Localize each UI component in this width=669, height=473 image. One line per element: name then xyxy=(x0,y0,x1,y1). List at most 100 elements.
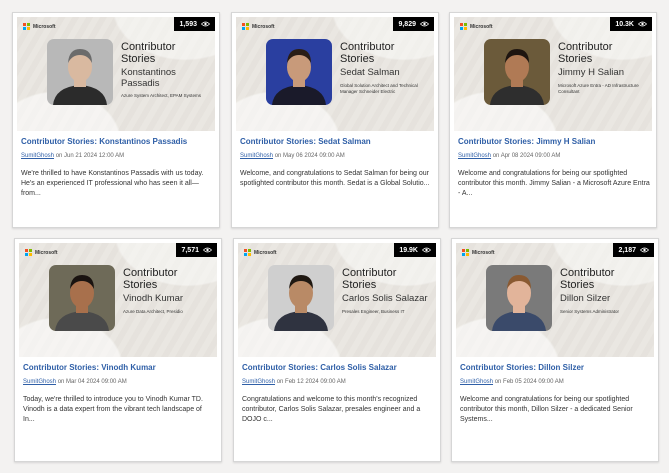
microsoft-logo: Microsoft xyxy=(462,249,495,256)
story-banner[interactable]: Microsoft 7,571 Contributor Stories Vino… xyxy=(19,243,217,357)
contributor-photo xyxy=(486,265,552,331)
author-link[interactable]: SumitGhosh xyxy=(242,379,275,385)
microsoft-logo-text: Microsoft xyxy=(470,23,493,30)
story-card[interactable]: Microsoft 2,187 Contributor Stories Dill… xyxy=(451,238,659,462)
story-meta: SumitGhosh on Jun 21 2024 12:00 AM xyxy=(21,153,124,159)
story-meta: SumitGhosh on Feb 12 2024 09:00 AM xyxy=(242,379,346,385)
view-count-badge: 7,571 xyxy=(176,243,217,257)
microsoft-logo: Microsoft xyxy=(460,23,493,30)
eye-icon xyxy=(201,21,210,27)
story-excerpt: Welcome and congratulations for being ou… xyxy=(458,170,650,197)
eye-icon xyxy=(420,21,429,27)
contributor-role: Senior Systems Administrator xyxy=(560,309,620,314)
microsoft-logo-text: Microsoft xyxy=(35,249,58,256)
view-count: 1,593 xyxy=(179,20,197,28)
story-excerpt: Welcome, and congratulations to Sedat Sa… xyxy=(240,170,430,187)
contributor-stories-grid: Microsoft 1,593 Contributor Stories Kons… xyxy=(0,0,669,473)
post-date: on Jun 21 2024 12:00 AM xyxy=(55,153,125,159)
contributor-name: Jimmy H Salian xyxy=(558,67,624,78)
author-link[interactable]: SumitGhosh xyxy=(240,153,273,159)
story-title-link[interactable]: Contributor Stories: Sedat Salman xyxy=(240,137,436,146)
eye-icon xyxy=(203,247,212,253)
contributor-role: Global Solution Architect and Technical … xyxy=(340,83,418,94)
microsoft-logo: Microsoft xyxy=(23,23,56,30)
banner-heading: Contributor Stories xyxy=(342,267,397,291)
contributor-name: Sedat Salman xyxy=(340,67,400,78)
author-link[interactable]: SumitGhosh xyxy=(458,153,491,159)
story-banner[interactable]: Microsoft 9,829 Contributor Stories Seda… xyxy=(236,17,434,131)
post-date: on Apr 08 2024 09:00 AM xyxy=(492,153,561,159)
story-title-link[interactable]: Contributor Stories: Dillon Silzer xyxy=(460,363,656,372)
post-date: on May 06 2024 09:00 AM xyxy=(274,153,345,159)
story-meta: SumitGhosh on Mar 04 2024 09:00 AM xyxy=(23,379,127,385)
story-card[interactable]: Microsoft 1,593 Contributor Stories Kons… xyxy=(12,12,220,228)
microsoft-logo-text: Microsoft xyxy=(472,249,495,256)
author-link[interactable]: SumitGhosh xyxy=(21,153,54,159)
story-card[interactable]: Microsoft 10.3K Contributor Stories Jimm… xyxy=(449,12,657,228)
story-meta: SumitGhosh on Apr 08 2024 09:00 AM xyxy=(458,153,560,159)
story-excerpt: Today, we're thrilled to introduce you t… xyxy=(23,396,203,423)
story-card[interactable]: Microsoft 9,829 Contributor Stories Seda… xyxy=(231,12,439,228)
view-count-badge: 19.9K xyxy=(394,243,436,257)
microsoft-logo: Microsoft xyxy=(242,23,275,30)
contributor-photo xyxy=(266,39,332,105)
story-banner[interactable]: Microsoft 10.3K Contributor Stories Jimm… xyxy=(454,17,652,131)
story-banner[interactable]: Microsoft 1,593 Contributor Stories Kons… xyxy=(17,17,215,131)
microsoft-logo-icon xyxy=(460,23,467,30)
microsoft-logo-icon xyxy=(462,249,469,256)
view-count: 10.3K xyxy=(615,20,634,28)
view-count: 2,187 xyxy=(618,246,636,254)
post-date: on Mar 04 2024 09:00 AM xyxy=(57,379,127,385)
story-banner[interactable]: Microsoft 19.9K Contributor Stories Carl… xyxy=(238,243,436,357)
microsoft-logo-icon xyxy=(242,23,249,30)
microsoft-logo-text: Microsoft xyxy=(252,23,275,30)
contributor-photo xyxy=(47,39,113,105)
story-excerpt: Welcome and congratulations for being ou… xyxy=(460,396,633,423)
view-count: 9,829 xyxy=(398,20,416,28)
author-link[interactable]: SumitGhosh xyxy=(460,379,493,385)
contributor-name: Vinodh Kumar xyxy=(123,293,184,304)
story-card[interactable]: Microsoft 19.9K Contributor Stories Carl… xyxy=(233,238,441,462)
contributor-role: Azure System Architect, EPAM Systems xyxy=(121,93,201,98)
story-meta: SumitGhosh on Feb 05 2024 09:00 AM xyxy=(460,379,564,385)
contributor-role: Presales Engineer, Business IT xyxy=(342,309,405,314)
eye-icon xyxy=(638,21,647,27)
contributor-photo xyxy=(268,265,334,331)
view-count-badge: 2,187 xyxy=(613,243,654,257)
view-count-badge: 9,829 xyxy=(393,17,434,31)
microsoft-logo-icon xyxy=(25,249,32,256)
microsoft-logo: Microsoft xyxy=(244,249,277,256)
post-date: on Feb 05 2024 09:00 AM xyxy=(494,379,564,385)
story-title-link[interactable]: Contributor Stories: Carlos Solis Salaza… xyxy=(242,363,438,372)
story-title-link[interactable]: Contributor Stories: Jimmy H Salian xyxy=(458,137,654,146)
microsoft-logo-text: Microsoft xyxy=(254,249,277,256)
post-date: on Feb 12 2024 09:00 AM xyxy=(276,379,346,385)
contributor-name: Carlos Solis Salazar xyxy=(342,293,428,304)
banner-heading: Contributor Stories xyxy=(340,41,395,65)
view-count: 19.9K xyxy=(399,246,418,254)
microsoft-logo-icon xyxy=(244,249,251,256)
author-link[interactable]: SumitGhosh xyxy=(23,379,56,385)
banner-heading: Contributor Stories xyxy=(560,267,615,291)
contributor-role: Microsoft Azure Entra - AD Infrastructur… xyxy=(558,83,639,94)
story-card[interactable]: Microsoft 7,571 Contributor Stories Vino… xyxy=(14,238,222,462)
story-excerpt: We're thrilled to have Konstantinos Pass… xyxy=(21,170,204,197)
microsoft-logo-icon xyxy=(23,23,30,30)
banner-heading: Contributor Stories xyxy=(121,41,176,65)
eye-icon xyxy=(422,247,431,253)
story-meta: SumitGhosh on May 06 2024 09:00 AM xyxy=(240,153,345,159)
banner-heading: Contributor Stories xyxy=(123,267,178,291)
story-title-link[interactable]: Contributor Stories: Vinodh Kumar xyxy=(23,363,219,372)
microsoft-logo: Microsoft xyxy=(25,249,58,256)
story-banner[interactable]: Microsoft 2,187 Contributor Stories Dill… xyxy=(456,243,654,357)
eye-icon xyxy=(640,247,649,253)
story-excerpt: Congratulations and welcome to this mont… xyxy=(242,396,421,423)
banner-heading: Contributor Stories xyxy=(558,41,613,65)
microsoft-logo-text: Microsoft xyxy=(33,23,56,30)
view-count-badge: 10.3K xyxy=(610,17,652,31)
story-title-link[interactable]: Contributor Stories: Konstantinos Passad… xyxy=(21,137,217,146)
view-count-badge: 1,593 xyxy=(174,17,215,31)
contributor-role: Azure Data Architect, Presidio xyxy=(123,309,183,314)
contributor-photo xyxy=(484,39,550,105)
contributor-name: Konstantinos Passadis xyxy=(121,67,176,89)
